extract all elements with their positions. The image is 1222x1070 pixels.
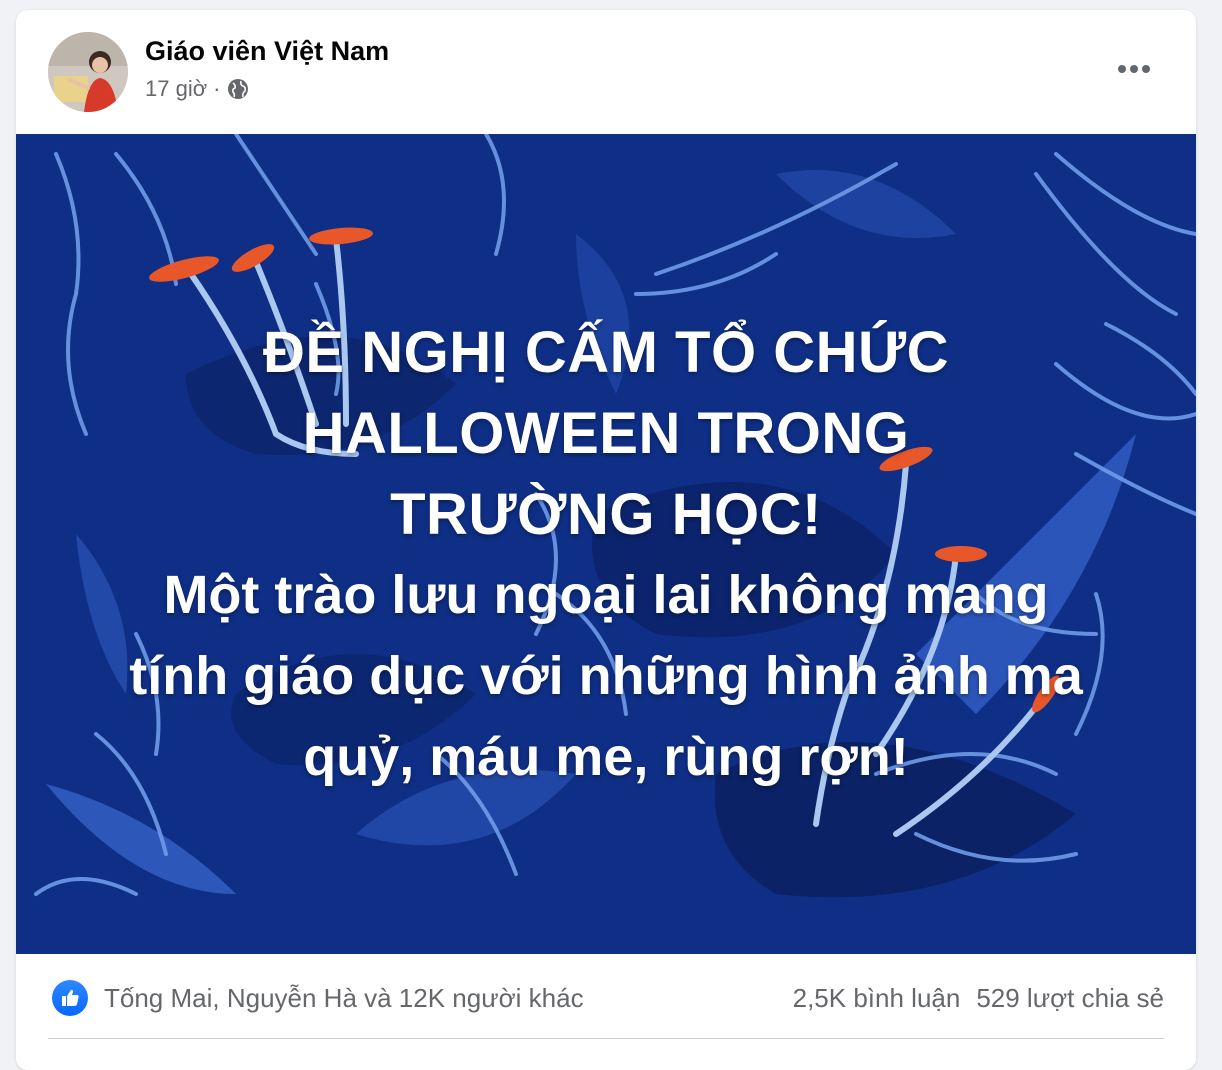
body-line-2: tính giáo dục với những hình ảnh ma	[129, 646, 1083, 706]
headline-line-1: ĐỀ NGHỊ CẤM TỔ CHỨC	[263, 320, 949, 385]
headline-line-2: HALLOWEEN TRONG	[302, 401, 910, 466]
author-name[interactable]: Giáo viên Việt Nam	[145, 36, 389, 67]
reactions-summary[interactable]: Tống Mai, Nguyễn Hà và 12K người khác	[104, 983, 584, 1014]
more-horizontal-icon	[1118, 65, 1150, 73]
body-line-1: Một trào lưu ngoại lai không mang	[163, 565, 1049, 625]
post-meta: 17 giờ ·	[145, 76, 250, 102]
body-line-3: quỷ, máu me, rùng rợn!	[303, 727, 909, 787]
post-time[interactable]: 17 giờ	[145, 76, 207, 102]
post-footer: Tống Mai, Nguyễn Hà và 12K người khác 2,…	[16, 954, 1196, 1044]
avatar-photo	[48, 32, 128, 112]
post-card: Giáo viên Việt Nam 17 giờ · ĐỀ NGHỊ CẤM …	[16, 10, 1196, 1070]
engagement-stats: 2,5K bình luận 529 lượt chia sẻ	[793, 983, 1164, 1014]
shares-count[interactable]: 529 lượt chia sẻ	[976, 983, 1164, 1014]
headline-line-3: TRƯỜNG HỌC!	[390, 482, 822, 547]
post-image-banner[interactable]: ĐỀ NGHỊ CẤM TỔ CHỨC HALLOWEEN TRONG TRƯỜ…	[16, 134, 1196, 954]
author-avatar[interactable]	[48, 32, 128, 112]
comments-count[interactable]: 2,5K bình luận	[793, 983, 961, 1014]
globe-icon	[226, 77, 250, 101]
meta-separator: ·	[213, 76, 221, 101]
like-icon[interactable]	[52, 980, 88, 1016]
footer-divider	[48, 1038, 1164, 1039]
post-header: Giáo viên Việt Nam 17 giờ ·	[16, 10, 1196, 134]
more-options-button[interactable]	[1114, 54, 1154, 84]
banner-text: ĐỀ NGHỊ CẤM TỔ CHỨC HALLOWEEN TRONG TRƯỜ…	[16, 312, 1196, 798]
